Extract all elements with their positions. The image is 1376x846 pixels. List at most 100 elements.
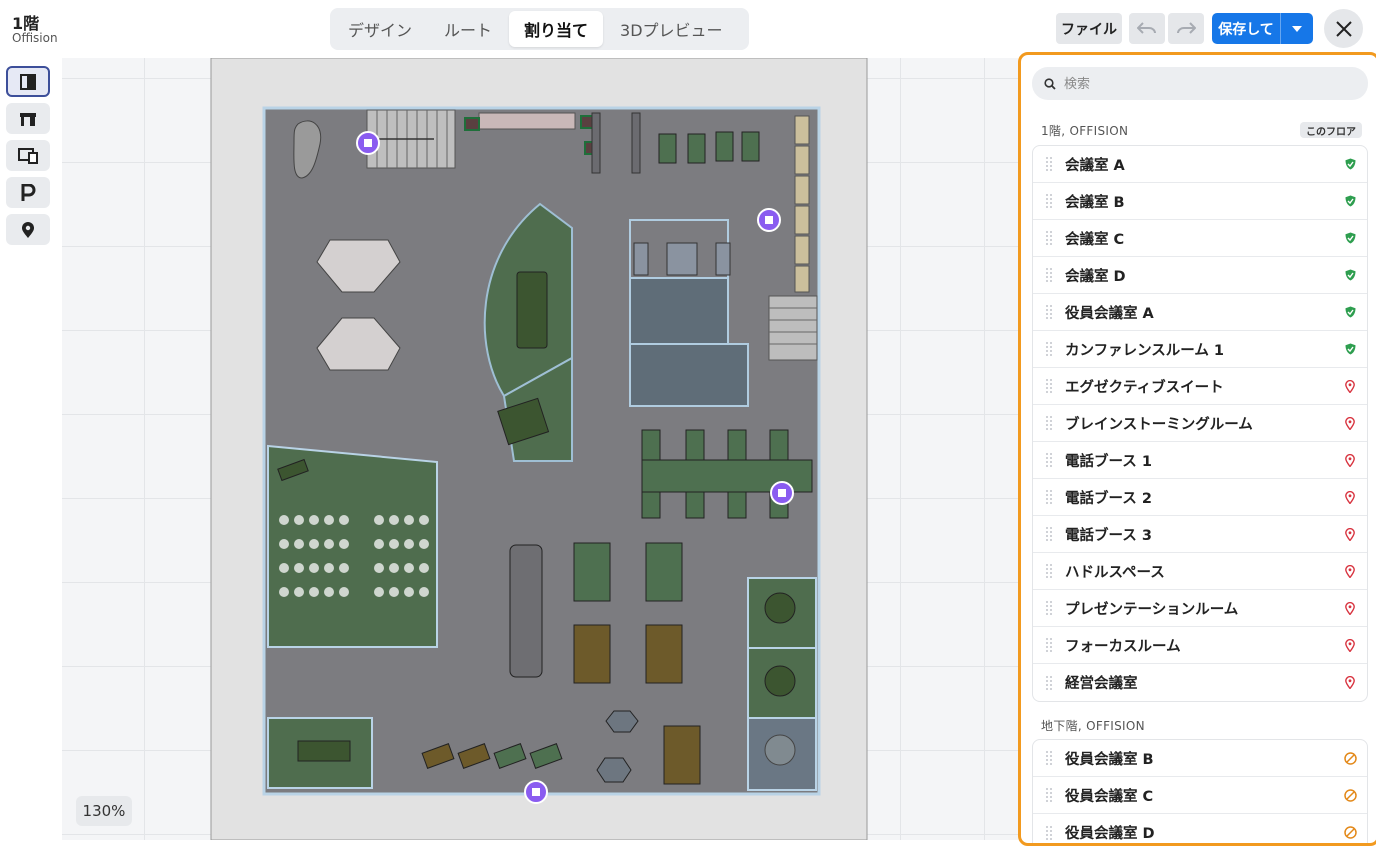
room-name: 役員会議室 A (1065, 305, 1154, 322)
room-list-item[interactable]: 電話ブース 1 (1033, 442, 1367, 479)
assignment-status (1333, 788, 1367, 802)
drag-handle[interactable] (1033, 601, 1065, 615)
zoom-level[interactable]: 130% (76, 796, 132, 826)
room-name: 電話ブース 3 (1065, 527, 1152, 544)
room-name: プレゼンテーションルーム (1065, 601, 1239, 618)
drag-handle[interactable] (1033, 342, 1065, 356)
floor-plan-canvas[interactable]: 130% (62, 58, 1018, 840)
room-list-item[interactable]: 会議室 D (1033, 257, 1367, 294)
room-list-item[interactable]: ハドルスペース (1033, 553, 1367, 590)
group-title-basement: 地下階, OFFISION (1041, 719, 1145, 733)
room-list-item[interactable]: 会議室 A (1033, 146, 1367, 183)
location-pin-icon (1345, 564, 1355, 578)
assignment-status (1333, 195, 1367, 207)
tool-locations[interactable] (6, 214, 50, 245)
room-list-item[interactable]: 経営会議室 (1033, 664, 1367, 701)
drag-handle[interactable] (1033, 305, 1065, 319)
room-list-item[interactable]: エグゼクティブスイート (1033, 368, 1367, 405)
tool-rooms[interactable] (6, 66, 50, 97)
drag-handle-icon (1046, 379, 1052, 393)
room-name: エグゼクティブスイート (1065, 379, 1224, 396)
drag-handle[interactable] (1033, 379, 1065, 393)
search-box (1032, 67, 1368, 100)
file-button[interactable]: ファイル (1056, 13, 1122, 44)
assignment-status (1333, 751, 1367, 765)
redo-icon (1177, 21, 1196, 34)
save-menu-button[interactable] (1281, 13, 1313, 44)
undo-button[interactable] (1129, 13, 1165, 44)
location-pin-icon (1345, 416, 1355, 430)
room-list-item[interactable]: フォーカスルーム (1033, 627, 1367, 664)
room-list-item[interactable]: 電話ブース 2 (1033, 479, 1367, 516)
assignment-status (1333, 490, 1367, 504)
room-list-item[interactable]: 会議室 C (1033, 220, 1367, 257)
room-name: 会議室 A (1065, 157, 1125, 174)
room-list-item[interactable]: ブレインストーミングルーム (1033, 405, 1367, 442)
drag-handle-icon (1046, 638, 1052, 652)
undo-icon (1137, 21, 1156, 34)
assignment-status (1333, 601, 1367, 615)
room-list-item[interactable]: 会議室 B (1033, 183, 1367, 220)
close-button[interactable] (1324, 9, 1363, 48)
drag-handle-icon (1046, 788, 1052, 802)
tool-desks[interactable] (6, 103, 50, 134)
drag-handle[interactable] (1033, 788, 1065, 802)
tab-design[interactable]: デザイン (333, 11, 427, 47)
room-small-bottom (267, 717, 373, 789)
room-list-item[interactable]: 役員会議室 D (1033, 814, 1367, 843)
search-input[interactable] (1064, 76, 1344, 91)
room-list-item[interactable]: 電話ブース 3 (1033, 516, 1367, 553)
drag-handle[interactable] (1033, 231, 1065, 245)
drag-handle-icon (1046, 268, 1052, 282)
drag-handle[interactable] (1033, 564, 1065, 578)
caret-down-icon (1292, 25, 1302, 32)
assignment-status (1333, 269, 1367, 281)
tool-devices[interactable] (6, 140, 50, 171)
drag-handle[interactable] (1033, 194, 1065, 208)
assignment-status (1333, 564, 1367, 578)
save-button[interactable]: 保存して (1212, 13, 1281, 44)
tool-parking[interactable] (6, 177, 50, 208)
drag-handle[interactable] (1033, 453, 1065, 467)
drag-handle[interactable] (1033, 268, 1065, 282)
room-list-item[interactable]: 役員会議室 B (1033, 740, 1367, 777)
tool-rail (0, 58, 62, 840)
room-list-item[interactable]: プレゼンテーションルーム (1033, 590, 1367, 627)
drag-handle-icon (1046, 675, 1052, 690)
room-name: 会議室 B (1065, 194, 1125, 211)
small-rooms-right (747, 577, 817, 791)
tab-route[interactable]: ルート (429, 11, 507, 47)
drag-handle[interactable] (1033, 825, 1065, 840)
location-pin-icon (22, 221, 34, 238)
tab-assign[interactable]: 割り当て (509, 11, 604, 47)
drag-handle-icon (1046, 194, 1052, 208)
room-list-item[interactable]: カンファレンスルーム 1 (1033, 331, 1367, 368)
top-bar: 1階 Offision デザイン ルート 割り当て 3Dプレビュー ファイル 保… (0, 0, 1376, 58)
building-name: Offision (12, 31, 58, 45)
drag-handle[interactable] (1033, 416, 1065, 430)
assignment-status (1333, 416, 1367, 430)
drag-handle[interactable] (1033, 638, 1065, 652)
room-name: 役員会議室 B (1065, 751, 1154, 768)
room-name: 経営会議室 (1065, 676, 1138, 692)
search-icon (1032, 77, 1064, 90)
drag-handle[interactable] (1033, 490, 1065, 504)
room-door-icon (20, 73, 36, 90)
room-assignment-panel: 1階, OFFISION このフロア 会議室 A 会議室 B 会議室 C 会議室 D 役… (1018, 52, 1376, 846)
drag-handle[interactable] (1033, 751, 1065, 765)
unavailable-icon (1343, 826, 1357, 839)
room-name: カンファレンスルーム 1 (1065, 342, 1224, 359)
redo-button[interactable] (1168, 13, 1204, 44)
room-list-item[interactable]: 役員会議室 A (1033, 294, 1367, 331)
group-title-floor1: 1階, OFFISION (1041, 124, 1129, 138)
drag-handle-icon (1046, 601, 1052, 615)
assignment-status (1333, 379, 1367, 393)
assignment-status (1333, 638, 1367, 652)
tab-3d-preview[interactable]: 3Dプレビュー (605, 11, 738, 47)
drag-handle[interactable] (1033, 527, 1065, 541)
assignment-status (1333, 232, 1367, 244)
drag-handle[interactable] (1033, 157, 1065, 171)
room-list-item[interactable]: 役員会議室 C (1033, 777, 1367, 814)
save-button-group: 保存して (1212, 13, 1313, 44)
drag-handle[interactable] (1033, 675, 1065, 690)
